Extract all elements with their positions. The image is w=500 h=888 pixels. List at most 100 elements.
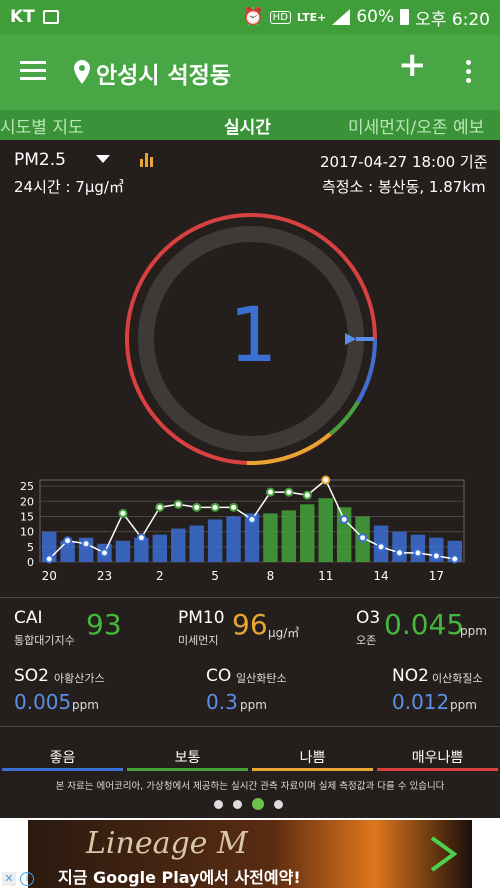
dropdown-arrow-icon[interactable]: [96, 155, 110, 163]
legend-normal: 보통: [174, 750, 201, 766]
x-tick-label: 5: [211, 569, 219, 583]
tab-region-map[interactable]: 시도별 지도: [0, 113, 84, 138]
pm10-label: PM10: [178, 608, 225, 628]
y-tick-label: 5: [27, 541, 34, 554]
pollutant-selector[interactable]: PM2.5: [14, 150, 66, 170]
chart-point: [358, 533, 368, 543]
legend-bad: 나쁨: [299, 750, 326, 766]
chart-point: [431, 551, 441, 561]
so2-value: 0.005: [14, 690, 72, 714]
chart-bar: [300, 504, 315, 562]
so2-unit: ppm: [72, 698, 99, 712]
page-dot[interactable]: [233, 799, 242, 809]
chart-bar: [171, 528, 186, 562]
x-tick-label: 2: [156, 569, 164, 583]
x-tick-label: 11: [318, 569, 333, 583]
chart-point: [210, 502, 220, 512]
tab-forecast[interactable]: 미세먼지/오존 예보: [348, 113, 484, 138]
chart-point: [376, 542, 386, 552]
ad-creative[interactable]: Lineage M 지금 Google Play에서 사전예약!: [28, 820, 472, 888]
co-unit: ppm: [240, 698, 267, 712]
location-title[interactable]: 안성시 석정동: [96, 56, 231, 90]
chart-point: [192, 502, 202, 512]
measure-date: 2017-04-27 18:00 기준: [320, 153, 488, 171]
network-label: LTE+: [296, 10, 327, 24]
chart-point: [155, 502, 165, 512]
legend-bad-bar: [252, 768, 373, 771]
chart-point: [394, 548, 404, 558]
chart-bar: [226, 516, 241, 562]
add-icon[interactable]: +: [398, 48, 427, 82]
y-tick-label: 10: [20, 526, 34, 539]
no2-sublabel: 이산화질소: [432, 672, 483, 685]
chart-point: [44, 554, 54, 564]
page-indicator: [214, 798, 283, 810]
chart-point: [265, 487, 275, 497]
no2-label: NO2: [392, 666, 429, 686]
ad-banner[interactable]: Lineage M 지금 Google Play에서 사전예약! ✕ i: [0, 818, 500, 888]
chart-point: [284, 487, 294, 497]
carrier-label: KT: [10, 7, 35, 27]
bar-chart-icon[interactable]: [139, 151, 155, 167]
page-dot[interactable]: [214, 799, 223, 809]
status-bar: KT ⏰ HD LTE+ 60% 오후 6:20: [0, 0, 500, 34]
battery-percent: 60%: [356, 7, 395, 27]
chart-bar: [152, 534, 168, 562]
chart-point: [321, 475, 331, 485]
station-info: 측정소 : 봉산동, 1.87km: [322, 178, 486, 196]
chart-point: [247, 514, 257, 524]
clock: 오후 6:20: [415, 9, 490, 30]
app-bar: 안성시 석정동 +: [0, 34, 500, 110]
x-tick-label: 20: [42, 569, 57, 583]
ad-text: 지금 Google Play에서 사전예약!: [58, 868, 301, 887]
x-tick-label: 23: [97, 569, 112, 583]
chart-point: [450, 554, 460, 564]
signal-icon: [332, 9, 351, 25]
chart-point: [339, 514, 349, 524]
page-dot-active[interactable]: [252, 798, 264, 810]
x-tick-label: 8: [267, 569, 275, 583]
page-dot[interactable]: [274, 799, 283, 809]
chart-bar: [207, 519, 223, 562]
chart-bar: [115, 540, 131, 562]
tab-realtime[interactable]: 실시간: [224, 113, 271, 138]
pm10-value: 96: [232, 608, 268, 641]
cai-label: CAI: [14, 608, 43, 628]
pm10-unit: μg/㎥: [268, 626, 300, 640]
ad-info-icon[interactable]: i: [20, 872, 34, 886]
more-options-icon[interactable]: [466, 60, 472, 83]
chart-bar: [263, 513, 278, 562]
legend-very-bad-bar: [377, 768, 498, 771]
x-tick-label: 17: [429, 569, 444, 583]
chart-point: [173, 499, 183, 509]
location-pin-icon: [74, 60, 90, 84]
chart-bar: [318, 498, 333, 562]
y-tick-label: 0: [27, 556, 34, 569]
gallery-icon: [42, 10, 59, 24]
x-tick-label: 14: [373, 569, 388, 583]
divider: [0, 726, 500, 727]
legend-good-bar: [2, 768, 123, 771]
pm10-sublabel: 미세먼지: [178, 634, 219, 647]
no2-unit: ppm: [450, 698, 477, 712]
tab-bar: 시도별 지도 실시간 미세먼지/오존 예보: [0, 110, 500, 140]
so2-label: SO2: [14, 666, 49, 686]
no2-value: 0.012: [392, 690, 450, 714]
ad-close-icon[interactable]: ✕: [2, 872, 16, 886]
chart-point: [413, 548, 423, 558]
o3-unit: ppm: [460, 624, 487, 638]
y-tick-label: 20: [20, 495, 34, 508]
menu-icon[interactable]: [20, 61, 46, 81]
legend-good: 좋음: [49, 750, 76, 766]
cai-sublabel: 통합대기지수: [14, 634, 75, 647]
co-sublabel: 일산화탄소: [236, 672, 287, 685]
avg-24h: 24시간 : 7μg/㎥: [14, 178, 124, 196]
so2-sublabel: 아황산가스: [54, 672, 105, 685]
chart-point: [229, 502, 239, 512]
divider: [0, 597, 500, 598]
chart-bar: [392, 531, 407, 562]
notice-text: 본 자료는 에어코리아, 가상청에서 제공하는 실시간 관측 자료이며 실제 측…: [55, 781, 445, 792]
chart-point: [100, 548, 110, 558]
chart-bar: [189, 525, 204, 562]
co-label: CO: [206, 666, 232, 686]
